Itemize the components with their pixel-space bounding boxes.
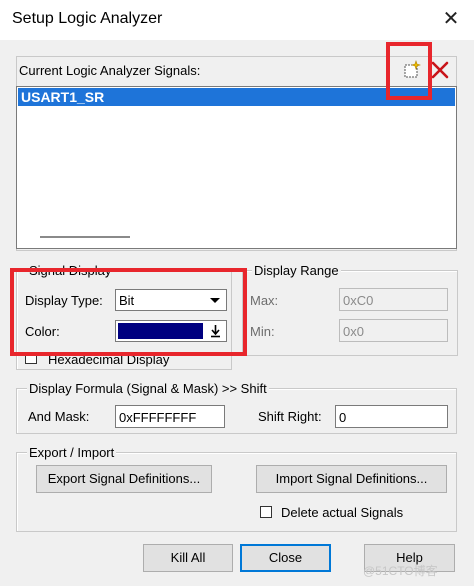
signals-listbox[interactable] [16,86,457,249]
signal-display-caption: Signal Display [27,263,114,278]
hexadecimal-label: Hexadecimal Display [48,352,170,367]
shift-right-value: 0 [339,410,347,425]
import-signal-definitions-button[interactable]: Import Signal Definitions... [256,465,447,493]
export-import-caption: Export / Import [27,445,117,460]
chevron-down-icon[interactable] [205,291,225,309]
new-signal-icon[interactable] [401,59,423,81]
shift-right-label: Shift Right: [258,409,322,424]
min-label: Min: [250,324,275,339]
min-value: 0x0 [343,324,364,339]
list-scrollbar[interactable] [40,236,130,238]
close-button[interactable]: Close [240,544,331,572]
list-item-label: USART1_SR [21,89,105,105]
delete-signal-icon[interactable] [429,59,451,81]
color-label: Color: [25,324,60,339]
and-mask-label: And Mask: [28,409,90,424]
display-range-caption: Display Range [252,263,341,278]
watermark: @51CTO博客 [363,564,438,578]
formula-caption: Display Formula (Signal & Mask) >> Shift [27,381,269,396]
max-value: 0xC0 [343,293,374,308]
color-dropdown-icon[interactable] [206,322,225,340]
kill-all-button[interactable]: Kill All [143,544,233,572]
delete-actual-signals-checkbox[interactable] [260,506,272,518]
window-title: Setup Logic Analyzer [12,10,163,27]
shift-right-input[interactable] [335,405,448,428]
display-range-group [242,270,458,356]
display-type-value: Bit [119,293,135,308]
export-signal-definitions-button[interactable]: Export Signal Definitions... [36,465,212,493]
hexadecimal-checkbox[interactable] [25,352,37,364]
max-label: Max: [250,293,279,308]
close-icon[interactable]: ✕ [436,4,466,34]
display-type-label: Display Type: [25,293,103,308]
signals-header-label: Current Logic Analyzer Signals: [19,63,201,78]
delete-actual-signals-label: Delete actual Signals [281,505,404,520]
and-mask-value: 0xFFFFFFFF [119,410,197,425]
color-swatch [118,323,203,339]
